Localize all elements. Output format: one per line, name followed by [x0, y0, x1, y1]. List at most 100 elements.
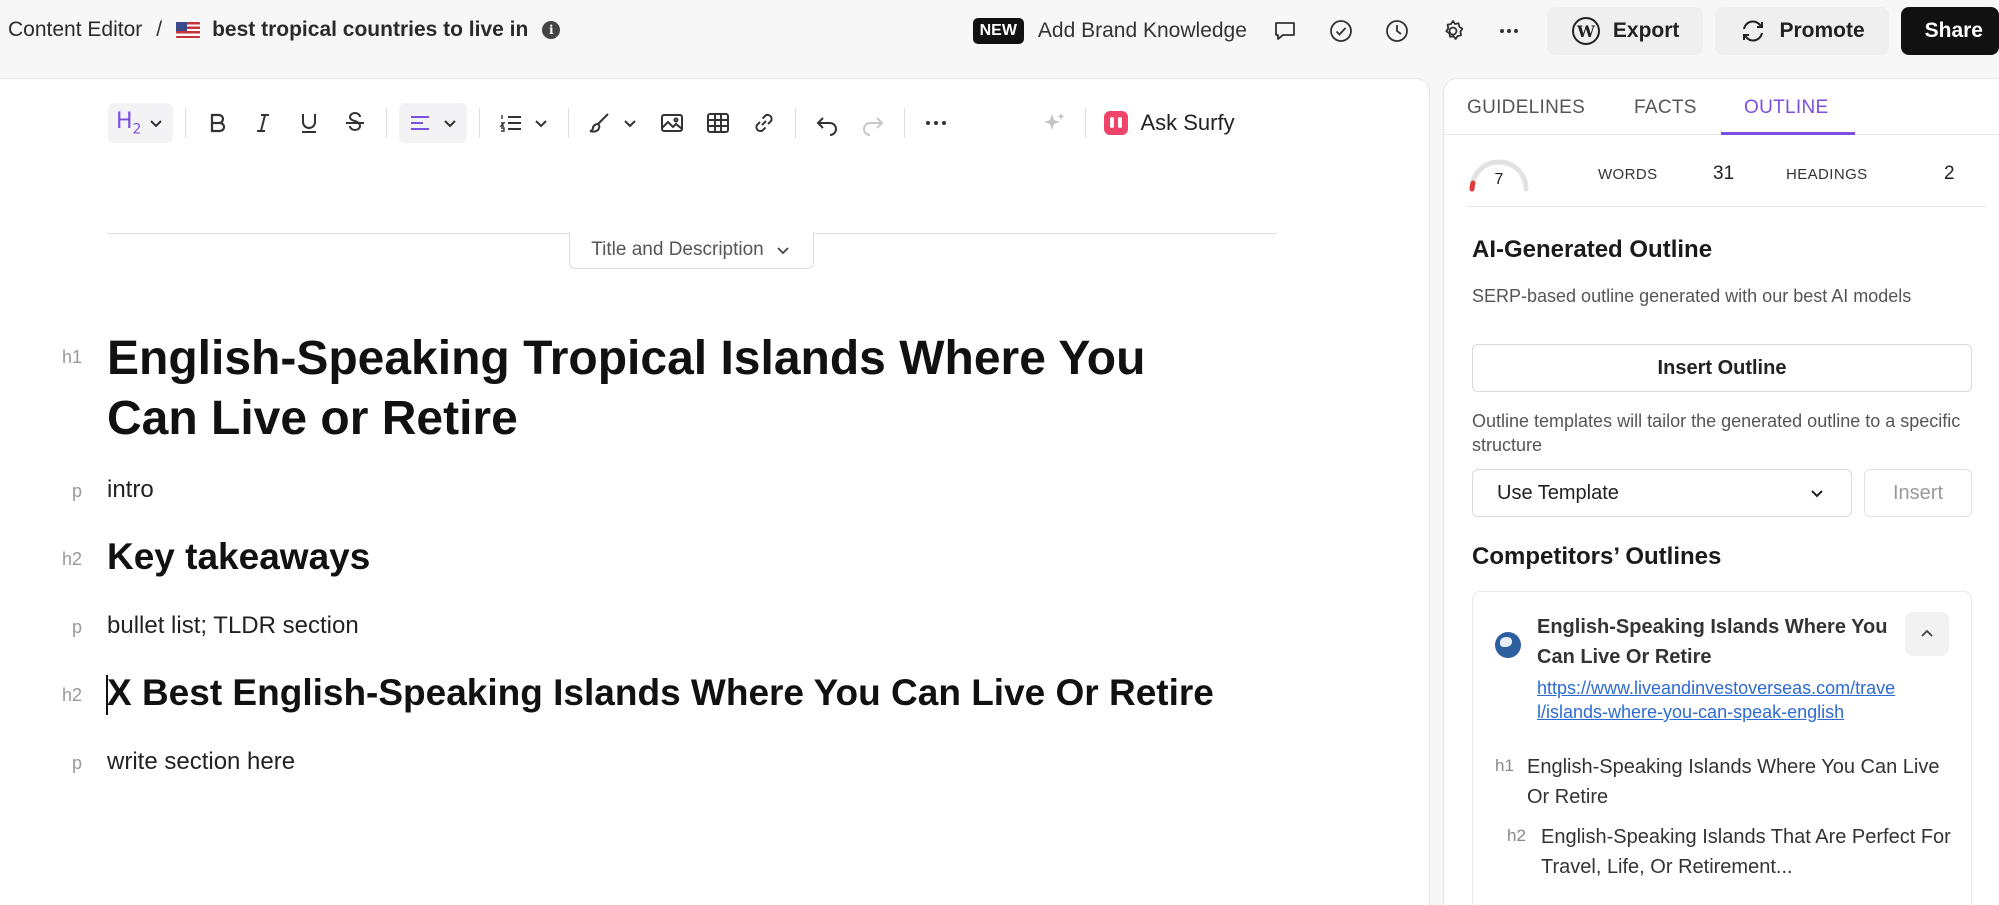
info-icon[interactable]: i	[542, 21, 561, 39]
toolbar-divider	[568, 108, 570, 138]
heading-icon: H2	[116, 108, 142, 138]
promote-button[interactable]: Promote	[1715, 7, 1889, 55]
globe-icon	[1495, 632, 1521, 658]
undo-icon	[817, 117, 838, 136]
document-paragraph[interactable]: write section here	[107, 748, 295, 776]
competitor-card: English-Speaking Islands Where You Can L…	[1472, 591, 1972, 905]
link-icon	[755, 113, 774, 133]
document-paragraph[interactable]: intro	[107, 476, 154, 504]
toolbar-divider	[185, 108, 187, 138]
bold-icon	[211, 113, 226, 133]
ask-surfy-label: Ask Surfy	[1140, 110, 1235, 135]
refresh-icon	[1743, 20, 1764, 42]
words-value: 31	[1713, 163, 1735, 184]
check-circle-icon[interactable]	[1323, 13, 1359, 49]
competitor-url[interactable]: https://www.liveandinvestoverseas.com/tr…	[1537, 676, 1897, 724]
italic-button[interactable]	[244, 103, 282, 143]
tab-facts[interactable]: FACTS	[1634, 97, 1697, 119]
chevron-down-icon	[624, 120, 637, 128]
collapse-button[interactable]	[1905, 612, 1949, 656]
svg-text:W: W	[1576, 22, 1596, 41]
score-value: 7	[1494, 171, 1504, 188]
insert-table-button[interactable]	[699, 103, 737, 143]
words-label: WORDS	[1598, 166, 1658, 183]
bold-button[interactable]	[198, 103, 236, 143]
list-dropdown[interactable]	[492, 103, 556, 143]
highlight-dropdown[interactable]	[581, 103, 645, 143]
align-left-icon	[411, 116, 430, 130]
panel-tabs: GUIDELINES FACTS OUTLINE	[1444, 79, 1999, 135]
ai-sparkle-button[interactable]	[1035, 103, 1073, 143]
redo-icon	[863, 117, 884, 136]
block-tag: h1	[61, 347, 82, 367]
strikethrough-button[interactable]	[336, 103, 374, 143]
more-icon[interactable]	[1491, 13, 1527, 49]
ai-outline-description: SERP-based outline generated with our be…	[1472, 286, 1912, 306]
tab-guidelines[interactable]: GUIDELINES	[1467, 97, 1585, 119]
chevron-down-icon	[777, 247, 789, 255]
image-icon	[661, 114, 684, 132]
document-h1[interactable]: English-Speaking Tropical Islands Where …	[107, 329, 1227, 449]
document-h2[interactable]: X Best English-Speaking Islands Where Yo…	[107, 672, 1214, 714]
insert-outline-button[interactable]: Insert Outline	[1472, 344, 1972, 392]
header-actions: NEW Add Brand Knowledge W Export Promote…	[972, 7, 1999, 55]
toolbar-divider	[795, 108, 797, 138]
align-dropdown[interactable]	[399, 103, 468, 143]
more-options-button[interactable]	[917, 103, 955, 143]
toolbar-divider	[479, 108, 481, 138]
comment-icon[interactable]	[1267, 13, 1303, 49]
insert-template-button[interactable]: Insert	[1864, 469, 1972, 517]
italic-icon	[257, 114, 270, 132]
document-paragraph[interactable]: bullet list; TLDR section	[107, 612, 359, 640]
block-tag: h2	[61, 549, 82, 569]
table-icon	[707, 113, 730, 133]
new-badge: NEW	[972, 18, 1024, 44]
breadcrumb-root[interactable]: Content Editor	[8, 18, 142, 42]
content-stats: 7 WORDS 31 HEADINGS 2	[1466, 149, 1986, 207]
insert-link-button[interactable]	[745, 103, 783, 143]
document-h2[interactable]: Key takeaways	[107, 536, 370, 578]
brush-icon	[590, 113, 610, 133]
toolbar-divider	[1085, 108, 1087, 138]
template-select[interactable]: Use Template	[1472, 469, 1852, 517]
outline-item: English-Speaking Islands That Are Perfec…	[1541, 826, 1951, 878]
block-tag: p	[71, 617, 82, 637]
active-tab-indicator	[1721, 132, 1855, 135]
competitor-title: English-Speaking Islands Where You Can L…	[1537, 616, 1888, 668]
tab-outline[interactable]: OUTLINE	[1744, 97, 1828, 119]
block-tag: p	[71, 481, 82, 501]
undo-button[interactable]	[808, 103, 846, 143]
template-select-value: Use Template	[1497, 481, 1619, 504]
toolbar-divider	[386, 108, 388, 138]
outline-tag: h2	[1507, 826, 1526, 845]
sparkle-icon	[1044, 113, 1065, 130]
chevron-up-icon	[1921, 629, 1933, 637]
export-button[interactable]: W Export	[1546, 7, 1704, 55]
outline-tag: h1	[1495, 756, 1514, 775]
top-bar: Content Editor / best tropical countries…	[0, 0, 1999, 62]
headings-label: HEADINGS	[1786, 166, 1868, 183]
editor-pane: H2 Ask Surfy Title and Description h1 En…	[0, 78, 1430, 905]
add-brand-knowledge-link[interactable]: Add Brand Knowledge	[1038, 19, 1247, 43]
block-tag: p	[71, 753, 82, 773]
toolbar-divider	[904, 108, 906, 138]
gear-icon[interactable]	[1435, 13, 1471, 49]
history-icon[interactable]	[1379, 13, 1415, 49]
ask-surfy-button[interactable]: Ask Surfy	[1104, 110, 1235, 136]
outline-item: English-Speaking Islands Where You Can L…	[1527, 756, 1940, 808]
document-title[interactable]: best tropical countries to live in	[212, 18, 528, 42]
insert-image-button[interactable]	[653, 103, 691, 143]
title-description-toggle[interactable]: Title and Description	[569, 232, 814, 269]
underline-button[interactable]	[290, 103, 328, 143]
heading-level-dropdown[interactable]: H2	[108, 103, 174, 143]
chevron-down-icon	[535, 120, 548, 128]
score-gauge: 7	[1466, 151, 1532, 195]
more-icon	[926, 121, 947, 125]
redo-button[interactable]	[854, 103, 892, 143]
share-button[interactable]: Share	[1900, 7, 1999, 55]
ai-outline-title: AI-Generated Outline	[1472, 236, 1713, 263]
surfy-icon	[1104, 111, 1129, 135]
chevron-down-icon	[1811, 490, 1823, 498]
breadcrumb-separator: /	[156, 18, 163, 41]
share-label: Share	[1924, 19, 1983, 42]
